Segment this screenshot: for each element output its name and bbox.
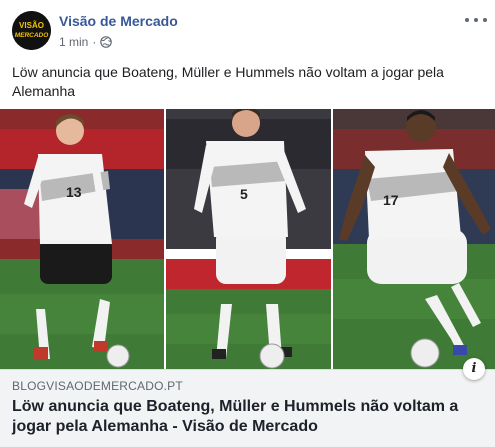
post-photo-collage[interactable]: 13 5 17 — [0, 109, 495, 369]
more-options-icon[interactable] — [465, 12, 487, 28]
jersey-number: 5 — [240, 186, 248, 202]
visao-de-mercado-logo: VISÃO MERCADO — [12, 11, 51, 50]
link-title[interactable]: Löw anuncia que Boateng, Müller e Hummel… — [12, 397, 477, 437]
photo-player-boateng[interactable]: 17 — [333, 109, 495, 369]
page-avatar[interactable]: VISÃO MERCADO — [12, 11, 51, 50]
post-message: Löw anuncia que Boateng, Müller e Hummel… — [12, 64, 444, 99]
photo-player-hummels[interactable]: 5 — [166, 109, 331, 369]
page-name-link[interactable]: Visão de Mercado — [59, 13, 178, 29]
photo-player-muller[interactable]: 13 — [0, 109, 164, 369]
info-icon[interactable]: i — [463, 358, 485, 380]
globe-icon[interactable] — [100, 36, 113, 48]
logo-text-bottom: MERCADO — [15, 32, 49, 39]
more-dot — [474, 18, 478, 22]
more-dot — [483, 18, 487, 22]
link-domain: BLOGVISAODEMERCADO.PT — [12, 379, 183, 393]
post-meta: 1 min · — [59, 35, 113, 49]
post-header: VISÃO MERCADO Visão de Mercado 1 min · — [0, 0, 495, 58]
post-timestamp[interactable]: 1 min — [59, 35, 88, 49]
logo-text-top: VISÃO — [19, 21, 44, 30]
meta-separator: · — [92, 35, 97, 49]
jersey-number: 13 — [66, 184, 82, 200]
link-preview[interactable]: BLOGVISAODEMERCADO.PT Löw anuncia que Bo… — [0, 358, 495, 447]
jersey-number: 17 — [383, 192, 399, 208]
more-dot — [465, 18, 469, 22]
